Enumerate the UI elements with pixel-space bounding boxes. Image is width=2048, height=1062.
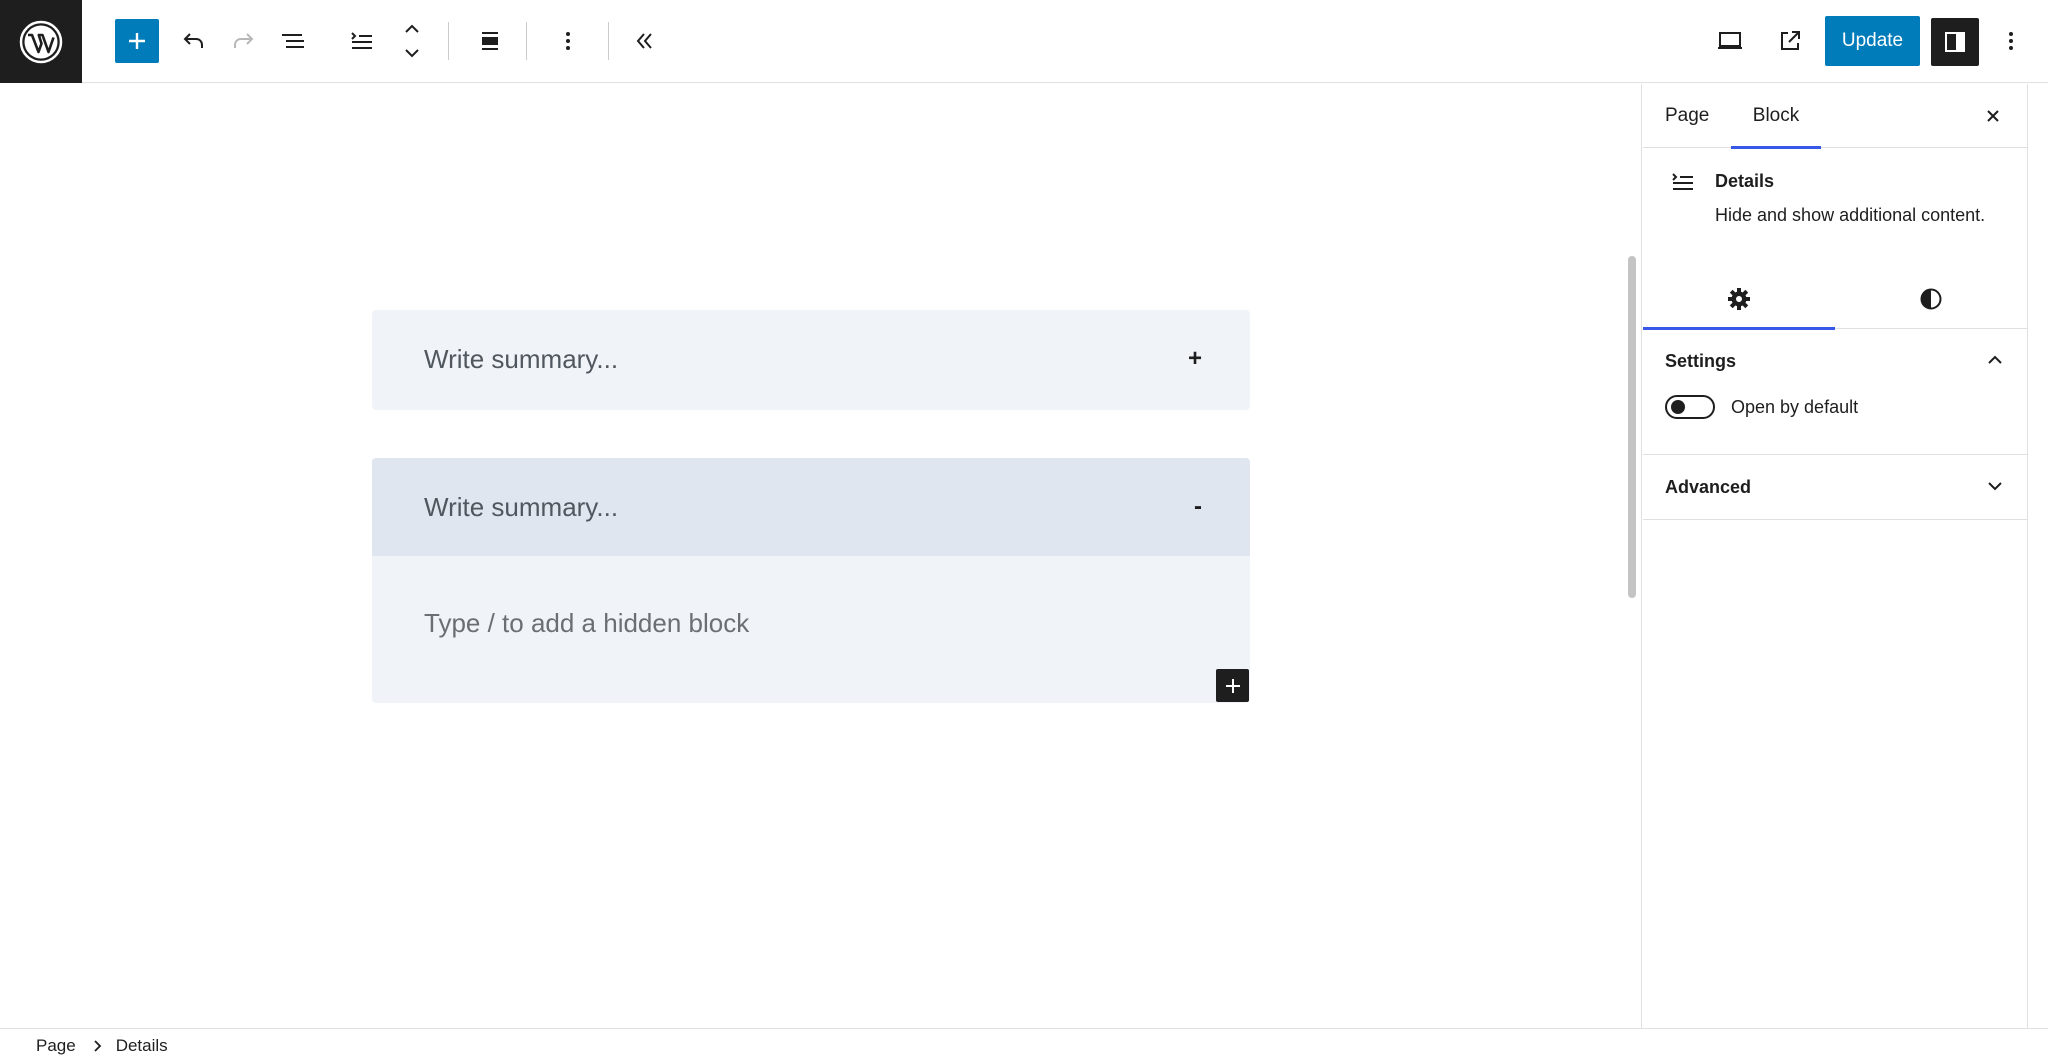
details-summary[interactable]: Write summary... - [372, 458, 1250, 556]
redo-button[interactable] [220, 18, 266, 64]
expand-marker[interactable]: + [1188, 345, 1202, 373]
plus-icon [1225, 678, 1240, 693]
close-sidebar-button[interactable] [1971, 94, 2015, 138]
document-overview-button[interactable] [270, 18, 316, 64]
summary-placeholder[interactable]: Write summary... [424, 492, 618, 523]
advanced-panel-title: Advanced [1665, 476, 1752, 497]
preview-button[interactable] [1707, 18, 1753, 64]
editor-header: Update [0, 0, 2048, 83]
scrollbar-thumb[interactable] [1628, 256, 1636, 598]
canvas-scrollbar[interactable] [1622, 84, 1642, 1028]
block-description: Hide and show additional content. [1715, 205, 1986, 225]
block-card: Details Hide and show additional content… [1643, 149, 2028, 269]
block-breadcrumb: Page Details [0, 1028, 2048, 1062]
block-type-button[interactable] [339, 18, 385, 64]
block-appender-button[interactable] [1216, 669, 1249, 702]
breadcrumb-item-page[interactable]: Page [36, 1036, 76, 1056]
chevron-down-icon [1988, 482, 2002, 491]
details-icon [351, 32, 372, 49]
redo-icon [234, 33, 254, 48]
advanced-panel-toggle[interactable]: Advanced [1643, 454, 2028, 520]
list-view-icon [282, 34, 304, 48]
more-vertical-icon [2009, 32, 2013, 50]
toolbar-divider [526, 22, 527, 60]
collapse-toolbar-button[interactable] [622, 18, 668, 64]
tab-page[interactable]: Page [1665, 84, 1709, 148]
close-icon [1987, 110, 1999, 122]
chevron-right-icon [92, 1039, 102, 1053]
external-link-icon [1781, 31, 1800, 50]
open-by-default-toggle-row[interactable]: Open by default [1665, 392, 1858, 422]
tab-block[interactable]: Block [1731, 84, 1821, 149]
toolbar-divider [448, 22, 449, 60]
details-block[interactable]: Write summary... + [372, 310, 1250, 410]
chevron-up-down-icon [405, 24, 419, 58]
breadcrumb-item-details[interactable]: Details [116, 1036, 168, 1056]
plus-icon [129, 33, 145, 49]
gear-icon [1728, 288, 1750, 310]
options-menu-button[interactable] [1988, 18, 2034, 64]
view-page-button[interactable] [1767, 18, 1813, 64]
sidebar-icon [1945, 32, 1965, 52]
undo-button[interactable] [171, 18, 217, 64]
block-title: Details [1715, 171, 1775, 191]
tab-styles[interactable] [1835, 269, 2027, 329]
details-block-selected[interactable]: Write summary... - Type / to add a hidde… [372, 458, 1250, 703]
tab-settings[interactable] [1643, 269, 1835, 330]
contrast-icon [1920, 288, 1942, 310]
align-button[interactable] [467, 18, 513, 64]
wordpress-logo-icon [19, 20, 63, 63]
wordpress-logo-button[interactable] [0, 0, 82, 83]
open-by-default-toggle[interactable] [1665, 395, 1715, 419]
summary-placeholder[interactable]: Write summary... [424, 344, 618, 375]
move-up-down-button[interactable] [389, 18, 435, 64]
update-button[interactable]: Update [1825, 16, 1920, 66]
more-vertical-icon [566, 32, 570, 50]
block-options-button[interactable] [545, 18, 591, 64]
open-by-default-label[interactable]: Open by default [1731, 397, 1858, 418]
inspector-tabs [1643, 269, 2028, 330]
align-center-icon [482, 32, 498, 50]
chevron-up-icon [1988, 355, 2002, 364]
chevron-double-left-icon [636, 33, 652, 49]
sidebar-tabs: Page Block [1643, 84, 2028, 149]
details-summary[interactable]: Write summary... + [372, 310, 1250, 408]
desktop-icon [1718, 32, 1742, 49]
settings-sidebar-toggle[interactable] [1931, 18, 1979, 66]
toolbar-divider [608, 22, 609, 60]
collapse-marker[interactable]: - [1194, 493, 1202, 521]
settings-panel-toggle[interactable]: Settings [1643, 329, 2028, 393]
settings-sidebar: Page Block Details Hide and show additio… [1643, 84, 2028, 1028]
undo-icon [183, 33, 203, 48]
details-icon [1672, 173, 1693, 190]
hidden-block-placeholder[interactable]: Type / to add a hidden block [424, 608, 749, 639]
toggle-knob [1671, 400, 1685, 414]
block-inserter-button[interactable] [115, 19, 159, 63]
settings-panel-title: Settings [1665, 350, 1737, 371]
